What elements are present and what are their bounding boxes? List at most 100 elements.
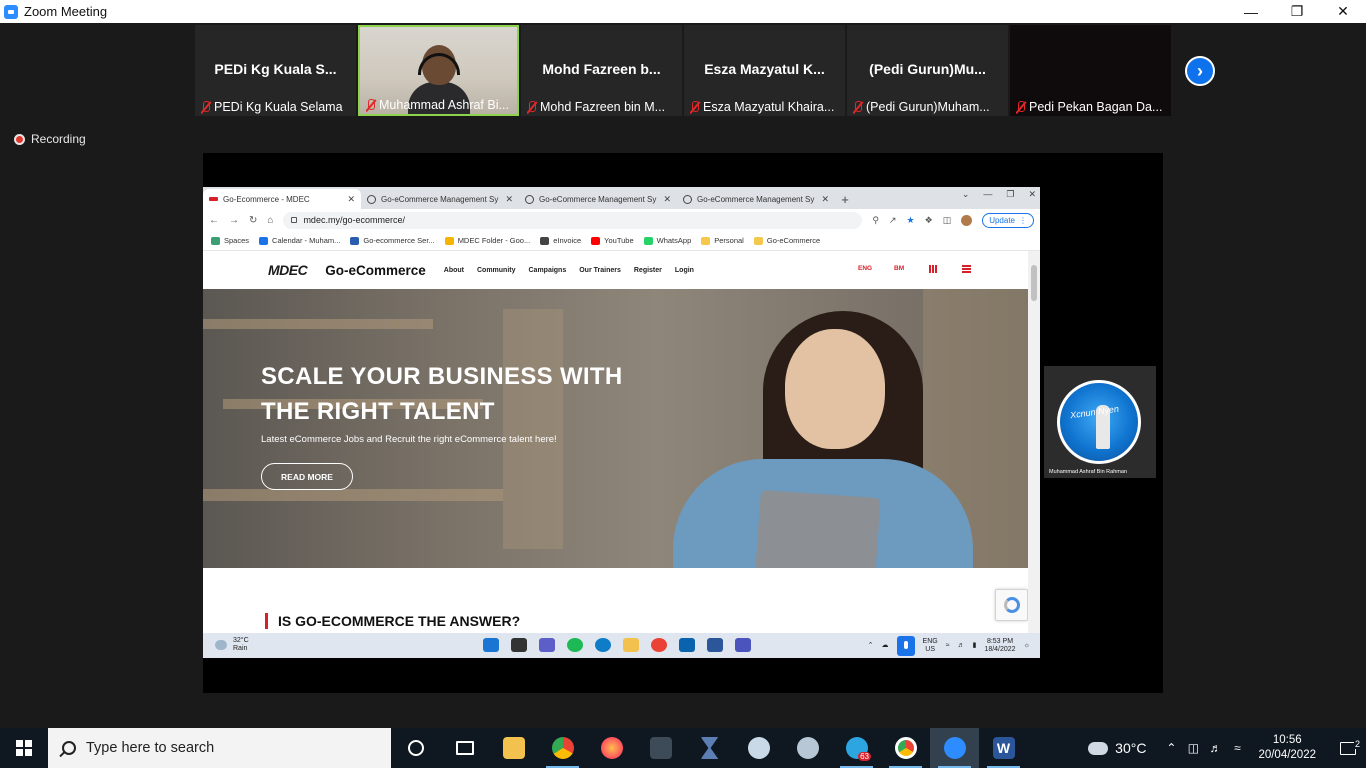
nav-about[interactable]: About bbox=[444, 267, 464, 274]
home-icon[interactable]: ⌂ bbox=[267, 215, 273, 226]
participant-tile-active-speaker[interactable]: Muhammad Ashraf Bi... bbox=[358, 25, 519, 116]
apps-grid-icon[interactable] bbox=[929, 265, 937, 273]
page-scrollbar[interactable] bbox=[1028, 251, 1040, 633]
participant-tile[interactable]: PEDi Kg Kuala S... PEDi Kg Kuala Selama bbox=[195, 25, 356, 116]
browser-close-icon[interactable]: ✕ bbox=[1028, 189, 1036, 200]
word-icon[interactable] bbox=[707, 638, 723, 652]
onedrive-icon[interactable]: ☁ bbox=[882, 642, 889, 650]
bookmark-item[interactable]: Calendar - Muham... bbox=[259, 236, 340, 245]
notification-icon[interactable]: ☼ bbox=[1024, 642, 1030, 650]
tab-close-icon[interactable]: ✕ bbox=[663, 194, 671, 205]
taskbar-search-box[interactable]: Type here to search bbox=[48, 728, 391, 768]
outlook-icon[interactable] bbox=[679, 638, 695, 652]
nav-our-trainers[interactable]: Our Trainers bbox=[579, 267, 621, 274]
battery-icon[interactable]: ▮ bbox=[973, 642, 977, 650]
recaptcha-badge[interactable] bbox=[995, 589, 1028, 621]
bookmark-item[interactable]: Spaces bbox=[211, 236, 249, 245]
back-icon[interactable]: ← bbox=[209, 215, 219, 226]
bookmark-item[interactable]: Go-ecommerce Ser... bbox=[350, 236, 435, 245]
new-tab-icon[interactable]: + bbox=[835, 189, 855, 209]
reload-icon[interactable]: ↻ bbox=[249, 215, 257, 226]
shared-weather-widget[interactable]: 32°C Rain bbox=[215, 637, 249, 653]
participant-tile[interactable]: Mohd Fazreen b... Mohd Fazreen bin M... bbox=[521, 25, 682, 116]
tab-close-icon[interactable]: ✕ bbox=[821, 194, 829, 205]
network-icon[interactable]: ≈ bbox=[1226, 741, 1248, 755]
teams-icon[interactable] bbox=[735, 638, 751, 652]
speaker-icon[interactable]: ♬ bbox=[958, 642, 965, 650]
browser-tab[interactable]: Go-eCommerce Management Sy ✕ bbox=[677, 189, 835, 209]
file-explorer-button[interactable] bbox=[489, 728, 538, 768]
edge-icon[interactable] bbox=[595, 638, 611, 652]
teams-chat-icon[interactable] bbox=[539, 638, 555, 652]
bookmark-item[interactable]: MDEC Folder - Goo... bbox=[444, 236, 530, 245]
capture-app-button[interactable] bbox=[636, 728, 685, 768]
weather-widget[interactable]: 30°C bbox=[1088, 740, 1146, 756]
browser-tab[interactable]: Go-eCommerce Management Sy ✕ bbox=[361, 189, 519, 209]
start-button[interactable] bbox=[0, 728, 48, 768]
tab-close-icon[interactable]: ✕ bbox=[347, 194, 355, 205]
chrome-profile-button[interactable] bbox=[881, 728, 930, 768]
minimize-icon[interactable]: — bbox=[1228, 0, 1274, 23]
browser-minimize-icon[interactable]: — bbox=[983, 189, 992, 200]
bookmark-star-icon[interactable]: ★ bbox=[907, 215, 915, 226]
bookmark-item[interactable]: YouTube bbox=[591, 236, 634, 245]
microphone-icon[interactable] bbox=[896, 636, 915, 656]
chrome-icon[interactable] bbox=[651, 638, 667, 652]
participant-tile[interactable]: Pedi Pekan Bagan Da... bbox=[1010, 25, 1171, 116]
task-view-icon[interactable] bbox=[511, 638, 527, 652]
paint-app-button[interactable] bbox=[734, 728, 783, 768]
bookmark-item[interactable]: eInvoice bbox=[540, 236, 581, 245]
taskbar-clock[interactable]: 10:56 20/04/2022 bbox=[1258, 733, 1316, 763]
nav-community[interactable]: Community bbox=[477, 267, 516, 274]
tab-search-icon[interactable]: ⌄ bbox=[962, 189, 970, 200]
lang-bm[interactable]: BM bbox=[894, 265, 904, 272]
bookmark-item[interactable]: WhatsApp bbox=[643, 236, 691, 245]
shared-clock[interactable]: 8:53 PM 18/4/2022 bbox=[984, 638, 1015, 654]
hamburger-menu-icon[interactable] bbox=[962, 265, 971, 273]
paint3d-app-button[interactable] bbox=[783, 728, 832, 768]
word-button[interactable]: W bbox=[979, 728, 1028, 768]
extensions-icon[interactable]: ❖ bbox=[925, 215, 933, 226]
cortana-button[interactable] bbox=[391, 728, 440, 768]
read-more-button[interactable]: READ MORE bbox=[261, 463, 353, 490]
chrome-button[interactable] bbox=[538, 728, 587, 768]
volume-icon[interactable]: ♬ bbox=[1204, 741, 1226, 755]
site-brand[interactable]: Go-eCommerce bbox=[325, 263, 426, 278]
share-icon[interactable]: ↗ bbox=[889, 215, 897, 226]
address-bar[interactable]: mdec.my/go-ecommerce/ bbox=[283, 211, 863, 229]
telegram-button[interactable]: 63 bbox=[832, 728, 881, 768]
nav-campaigns[interactable]: Campaigns bbox=[529, 267, 567, 274]
task-view-button[interactable] bbox=[440, 728, 489, 768]
zoom-button[interactable] bbox=[930, 728, 979, 768]
chevron-up-icon[interactable]: ⌃ bbox=[868, 642, 874, 650]
profile-avatar[interactable] bbox=[961, 214, 973, 226]
update-button[interactable]: Update ⋮ bbox=[982, 212, 1034, 228]
participant-tile[interactable]: (Pedi Gurun)Mu... (Pedi Gurun)Muham... bbox=[847, 25, 1008, 116]
browser-tab[interactable]: Go-eCommerce Management Sy ✕ bbox=[519, 189, 677, 209]
browser-restore-icon[interactable]: ❐ bbox=[1006, 189, 1014, 200]
zoom-lens-icon[interactable]: ⚲ bbox=[872, 215, 879, 226]
next-page-arrow-icon[interactable]: › bbox=[1185, 56, 1215, 86]
hourglass-app-button[interactable] bbox=[685, 728, 734, 768]
side-panel-icon[interactable]: ◫ bbox=[943, 215, 952, 226]
lang-eng[interactable]: ENG bbox=[858, 265, 872, 272]
meet-now-icon[interactable]: ◫ bbox=[1182, 741, 1204, 755]
nav-login[interactable]: Login bbox=[675, 267, 694, 274]
tab-close-icon[interactable]: ✕ bbox=[505, 194, 513, 205]
windows-start-icon[interactable] bbox=[483, 638, 499, 652]
spotify-icon[interactable] bbox=[567, 638, 583, 652]
nav-register[interactable]: Register bbox=[634, 267, 662, 274]
firefox-button[interactable] bbox=[587, 728, 636, 768]
close-icon[interactable]: ✕ bbox=[1320, 0, 1366, 23]
chevron-up-icon[interactable]: ⌃ bbox=[1160, 741, 1182, 755]
self-video-view[interactable]: Xcnun Nyen Muhammad Ashraf Bin Rahman bbox=[1044, 366, 1156, 478]
scrollbar-thumb[interactable] bbox=[1031, 265, 1037, 301]
recording-indicator[interactable]: Recording bbox=[14, 132, 86, 146]
restore-icon[interactable]: ❐ bbox=[1274, 0, 1320, 23]
forward-icon[interactable]: → bbox=[229, 215, 239, 226]
wifi-icon[interactable]: ≈ bbox=[946, 642, 950, 650]
shared-language[interactable]: ENG US bbox=[923, 638, 938, 654]
bookmark-item[interactable]: Personal bbox=[701, 236, 744, 245]
participant-tile[interactable]: Esza Mazyatul K... Esza Mazyatul Khaira.… bbox=[684, 25, 845, 116]
bookmark-item[interactable]: Go-eCommerce bbox=[753, 236, 820, 245]
